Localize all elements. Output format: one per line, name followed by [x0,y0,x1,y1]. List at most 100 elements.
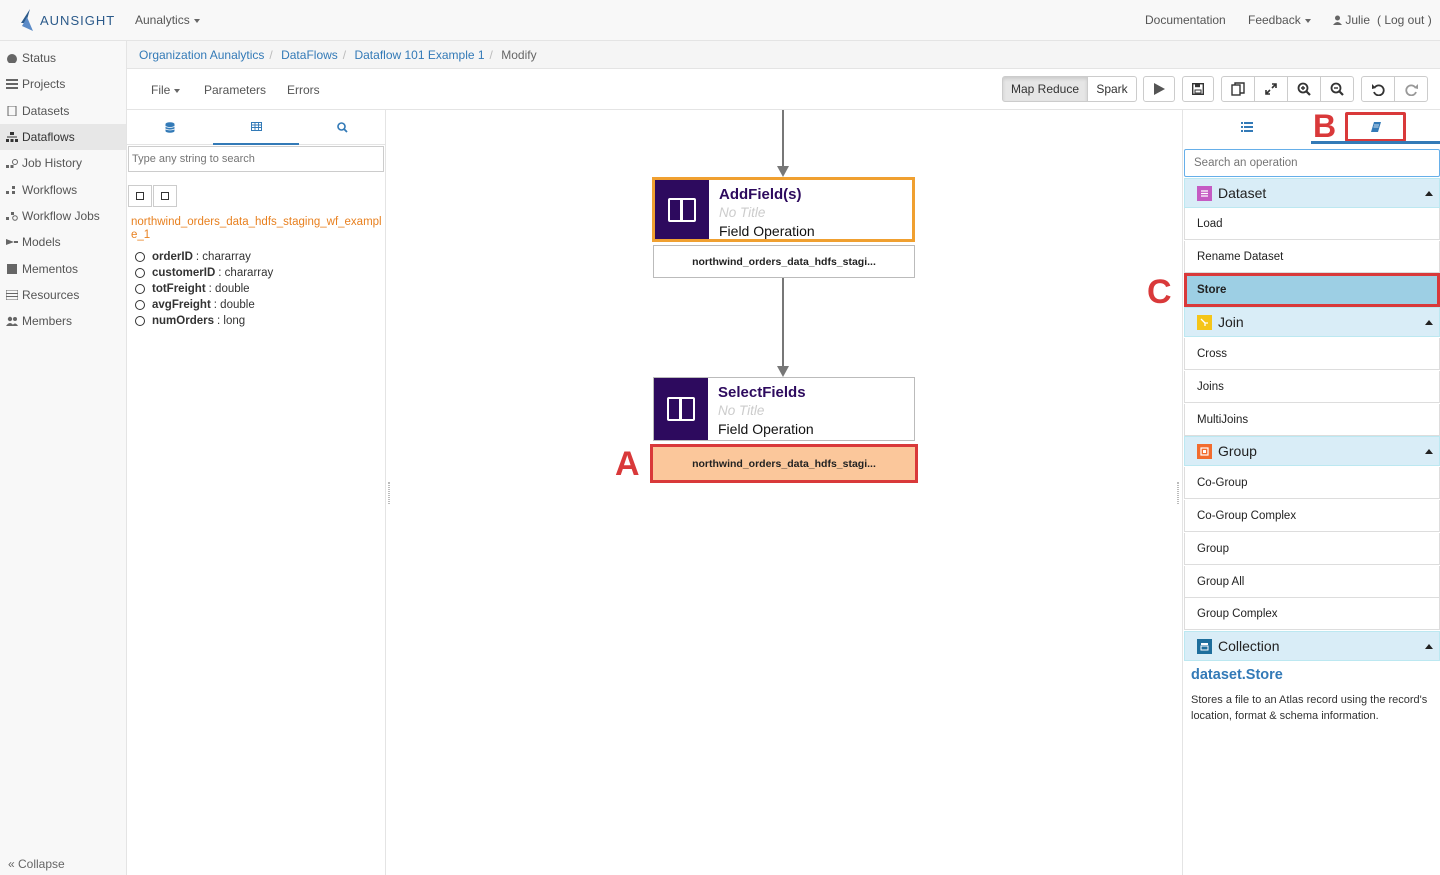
operation-search-input[interactable] [1184,149,1440,177]
caret-up-icon [1425,449,1433,454]
database-icon [165,122,175,133]
brand-logo[interactable]: AUNSIGHT [18,9,115,31]
group-category-icon [1197,443,1212,459]
tab-schema-table[interactable] [213,110,299,145]
category-label: Join [1218,314,1244,330]
errors-menu[interactable]: Errors [287,83,320,97]
sidebar-item-workflows[interactable]: Workflows [0,176,126,202]
sidebar-item-label: Models [22,235,61,250]
map-reduce-button[interactable]: Map Reduce [1002,76,1088,102]
save-icon [1192,83,1204,95]
breadcrumb-link-dataflows[interactable]: DataFlows [281,48,338,62]
aunalytics-menu[interactable]: Aunalytics [135,13,200,27]
sidebar-item-members[interactable]: Members [0,308,126,334]
schema-field[interactable]: orderID: chararray [135,249,273,265]
sidebar-item-label: Datasets [22,103,70,118]
field-type: : double [213,299,255,311]
undo-button[interactable] [1361,76,1395,102]
columns-icon [667,397,695,421]
workflow-icon [6,185,15,194]
sidebar-item-label: Resources [22,287,80,302]
node-type: Field Operation [719,223,815,239]
operation-load[interactable]: Load [1184,208,1440,240]
category-join[interactable]: Join [1184,307,1440,337]
save-button[interactable] [1182,76,1214,102]
schema-search-input[interactable] [128,146,384,172]
right-resize-handle[interactable] [1177,482,1179,504]
radio-icon [135,284,145,294]
annotation-c: C [1147,273,1172,311]
schema-field[interactable]: numOrders: long [135,313,273,329]
category-collection[interactable]: Collection [1184,631,1440,661]
sidebar-item-job-history[interactable]: Job History [0,150,126,176]
expand-all-button[interactable] [153,185,177,207]
field-name: orderID [152,251,193,263]
node-output-dataset-selected[interactable]: northwind_orders_data_hdfs_stagi... [650,444,918,483]
zoom-out-button[interactable] [1320,76,1354,102]
schema-field[interactable]: customerID: chararray [135,265,273,281]
sitemap-icon [6,132,18,143]
dataflow-canvas[interactable]: AddField(s) No Title Field Operation nor… [394,110,1175,875]
category-group[interactable]: Group [1184,436,1440,466]
operation-store[interactable]: Store [1184,273,1440,307]
dataset-name[interactable]: northwind_orders_data_hdfs_staging_wf_ex… [131,216,383,242]
sidebar-item-models[interactable]: Models [0,229,126,255]
operation-group-complex[interactable]: Group Complex [1184,598,1440,630]
field-type: : chararray [195,251,251,263]
file-menu[interactable]: File [151,83,181,97]
category-dataset[interactable]: Dataset [1184,178,1440,208]
sidebar: Status Projects Datasets Dataflows Job H… [0,41,127,875]
node-output-dataset[interactable]: northwind_orders_data_hdfs_stagi... [653,245,915,278]
run-button[interactable] [1143,76,1175,102]
redo-button[interactable] [1394,76,1428,102]
sidebar-item-mementos[interactable]: Mementos [0,255,126,281]
sidebar-item-projects[interactable]: Projects [0,71,126,97]
node-icon-box [655,180,709,239]
node-addfields[interactable]: AddField(s) No Title Field Operation [652,177,915,242]
node-selectfields[interactable]: SelectFields No Title Field Operation [653,377,915,441]
annotation-b: B [1313,108,1337,144]
spark-button[interactable]: Spark [1087,76,1137,102]
table-icon [250,122,262,131]
operation-cross[interactable]: Cross [1184,338,1440,370]
operation-group[interactable]: Group [1184,533,1440,565]
operations-panel: B Dataset Load Rename Dataset Store C Jo… [1147,108,1440,875]
operation-co-group[interactable]: Co-Group [1184,467,1440,499]
schema-field[interactable]: avgFreight: double [135,297,273,313]
tab-documentation[interactable] [1345,112,1406,142]
fit-screen-button[interactable] [1254,76,1288,102]
sidebar-item-datasets[interactable]: Datasets [0,98,126,124]
tab-operations-list[interactable] [1183,110,1311,144]
operation-group-all[interactable]: Group All [1184,566,1440,598]
copy-icon [1231,82,1245,96]
node-title: No Title [719,205,766,220]
collapse-all-button[interactable] [128,185,152,207]
parameters-menu[interactable]: Parameters [204,83,266,97]
zoom-in-button[interactable] [1287,76,1321,102]
tab-datasets[interactable] [127,110,213,145]
operation-co-group-complex[interactable]: Co-Group Complex [1184,500,1440,532]
sidebar-item-status[interactable]: Status [0,45,126,71]
radio-icon [135,252,145,262]
columns-icon [668,197,696,222]
breadcrumb-link-dataflow[interactable]: Dataflow 101 Example 1 [354,48,484,62]
tab-search[interactable] [299,110,385,145]
feedback-menu[interactable]: Feedback [1248,13,1311,27]
collapse-sidebar-button[interactable]: « Collapse [8,857,65,871]
user-menu[interactable]: Julie [1333,13,1370,27]
sidebar-item-workflow-jobs[interactable]: Workflow Jobs [0,203,126,229]
breadcrumb-link-organization[interactable]: Organization Aunalytics [139,48,264,62]
left-resize-handle[interactable] [388,482,390,504]
documentation-link[interactable]: Documentation [1145,13,1226,27]
sidebar-item-resources[interactable]: Resources [0,282,126,308]
operation-multijoins[interactable]: MultiJoins [1184,404,1440,436]
field-name: customerID [152,267,216,279]
sidebar-item-dataflows[interactable]: Dataflows [0,123,126,151]
operation-joins[interactable]: Joins [1184,371,1440,403]
copy-button[interactable] [1221,76,1255,102]
sidebar-item-label: Projects [22,77,66,92]
collapse-icon [136,192,144,200]
schema-field[interactable]: totFreight: double [135,281,273,297]
logout-link[interactable]: ( Log out ) [1377,13,1432,27]
operation-rename-dataset[interactable]: Rename Dataset [1184,241,1440,273]
